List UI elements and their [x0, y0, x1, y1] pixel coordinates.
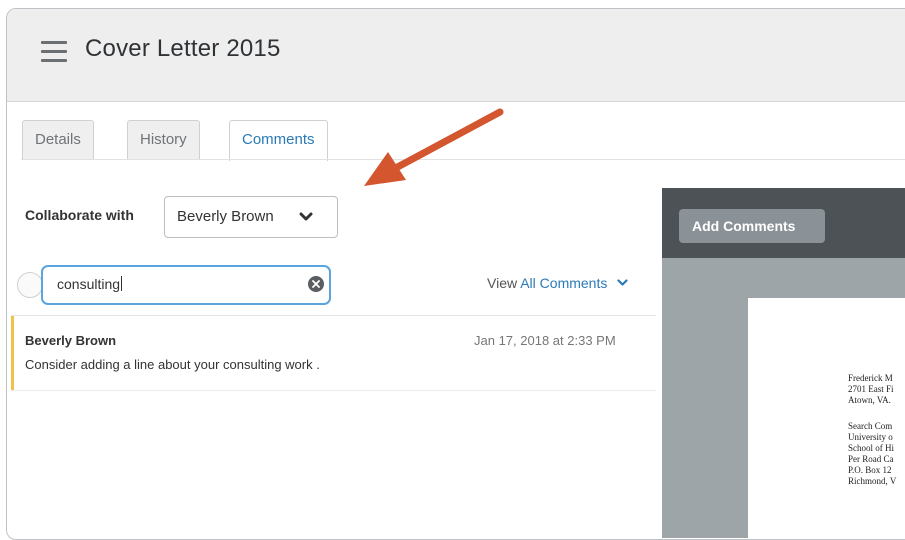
letter-line: Search Com — [848, 421, 893, 431]
letter-line: School of Hi — [848, 443, 894, 453]
letter-line: Atown, VA. — [848, 395, 891, 405]
text-caret — [121, 276, 123, 291]
letter-line: Richmond, V — [848, 476, 897, 486]
letter-line: 2701 East Fi — [848, 384, 894, 394]
tab-history[interactable]: History — [127, 120, 200, 159]
divider — [11, 390, 656, 391]
chevron-down-icon — [617, 279, 628, 286]
document-page[interactable]: Frederick M 2701 East Fi Atown, VA. Sear… — [748, 298, 905, 539]
letter-line: University o — [848, 432, 893, 442]
search-input[interactable]: consulting — [41, 265, 331, 305]
add-comments-label: Add Comments — [692, 218, 796, 234]
collaborator-select[interactable]: Beverly Brown — [164, 196, 338, 238]
search-icon — [17, 272, 43, 298]
comment-author: Beverly Brown — [25, 333, 117, 348]
comment-text: Consider adding a line about your consul… — [25, 357, 320, 372]
tab-comments[interactable]: Comments — [229, 120, 328, 161]
view-comments-filter[interactable]: View All Comments — [487, 275, 628, 291]
comment-marker — [11, 316, 14, 390]
add-comments-button[interactable]: Add Comments — [679, 209, 825, 243]
collaborator-select-value: Beverly Brown — [177, 208, 274, 225]
hamburger-menu-icon[interactable] — [41, 41, 67, 63]
collaborate-label: Collaborate with — [25, 207, 134, 223]
page-title: Cover Letter 2015 — [85, 35, 281, 62]
view-filter-selected: All Comments — [520, 275, 608, 291]
letter-line: Per Road Ca — [848, 454, 894, 464]
letter-line: P.O. Box 12 — [848, 465, 892, 475]
header: Cover Letter 2015 — [7, 9, 905, 102]
search-input-value: consulting — [57, 276, 121, 292]
document-preview: Add Comments Frederick M 2701 East Fi At… — [662, 188, 905, 539]
preview-toolbar: Add Comments — [662, 188, 905, 258]
chevron-down-icon — [299, 212, 313, 221]
tab-details[interactable]: Details — [22, 120, 94, 159]
view-filter-prefix: View — [487, 275, 518, 291]
letter-line: Frederick M — [848, 373, 893, 383]
comment-item[interactable]: Beverly Brown Jan 17, 2018 at 2:33 PM Co… — [11, 316, 656, 390]
clear-search-icon[interactable] — [308, 276, 324, 292]
app-window: Cover Letter 2015 Details History Commen… — [6, 8, 905, 540]
comment-date: Jan 17, 2018 at 2:33 PM — [474, 333, 616, 348]
annotation-arrow-icon — [364, 108, 504, 186]
